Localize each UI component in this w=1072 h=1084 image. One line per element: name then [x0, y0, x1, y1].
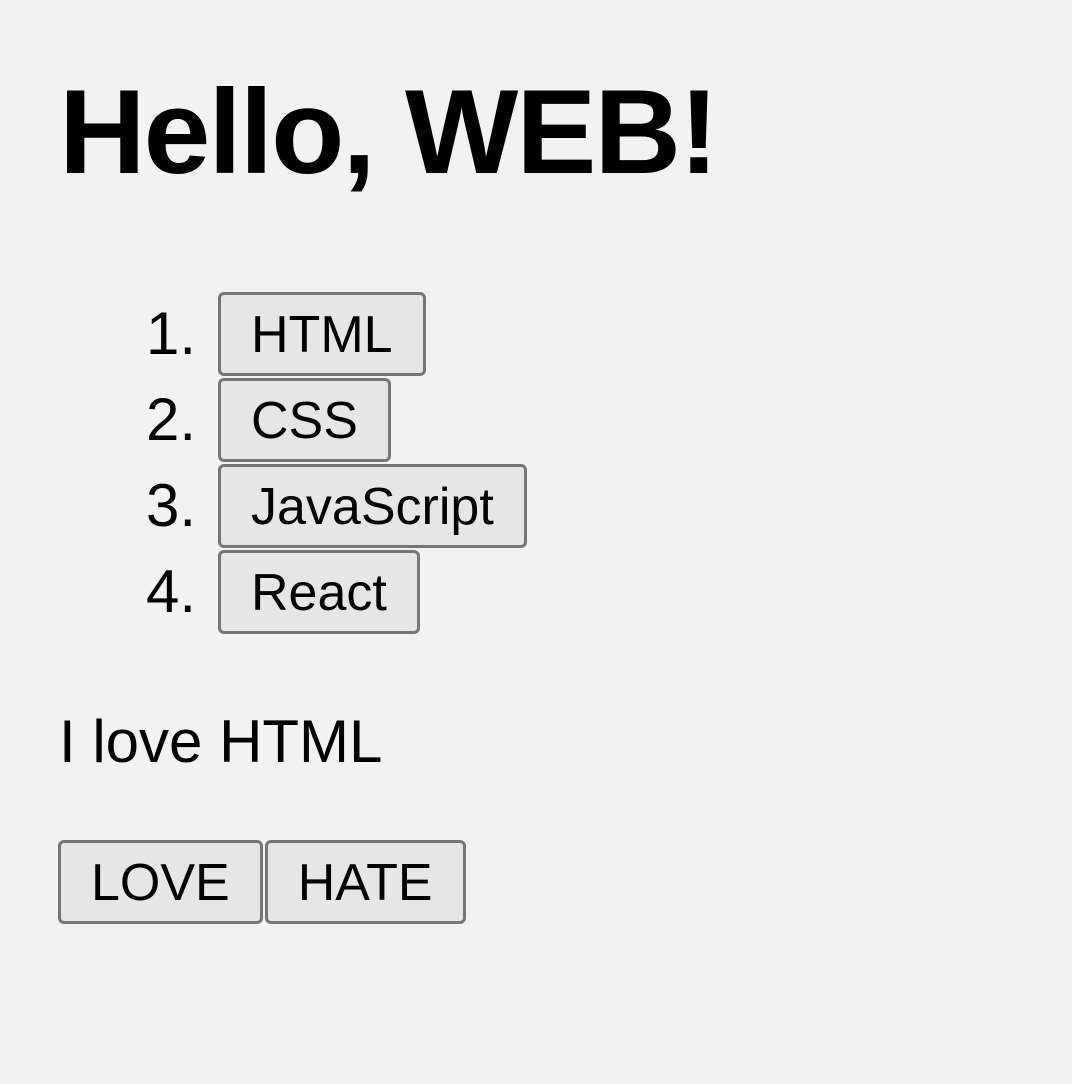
list-item: 2. CSS: [146, 377, 527, 463]
list-item-number: 4.: [146, 558, 197, 625]
hate-button[interactable]: HATE: [264, 840, 466, 924]
list-item: 1. HTML: [146, 291, 527, 377]
action-buttons: LOVE HATE: [58, 840, 466, 924]
topic-list: 1. HTML 2. CSS 3. JavaScript 4. React: [146, 291, 527, 635]
list-item-number: 1.: [146, 300, 197, 367]
topic-button-css[interactable]: CSS: [218, 378, 391, 462]
love-button[interactable]: LOVE: [58, 840, 263, 924]
page: Hello, WEB! 1. HTML 2. CSS 3. JavaScript…: [0, 0, 1072, 1084]
love-message: I love HTML: [59, 708, 383, 775]
topic-button-html[interactable]: HTML: [218, 292, 426, 376]
list-item-number: 2.: [146, 386, 197, 453]
topic-button-react[interactable]: React: [218, 550, 420, 634]
list-item-number: 3.: [146, 472, 197, 539]
list-item: 4. React: [146, 549, 527, 635]
list-item: 3. JavaScript: [146, 463, 527, 549]
topic-button-javascript[interactable]: JavaScript: [218, 464, 527, 548]
page-title: Hello, WEB!: [59, 65, 719, 199]
